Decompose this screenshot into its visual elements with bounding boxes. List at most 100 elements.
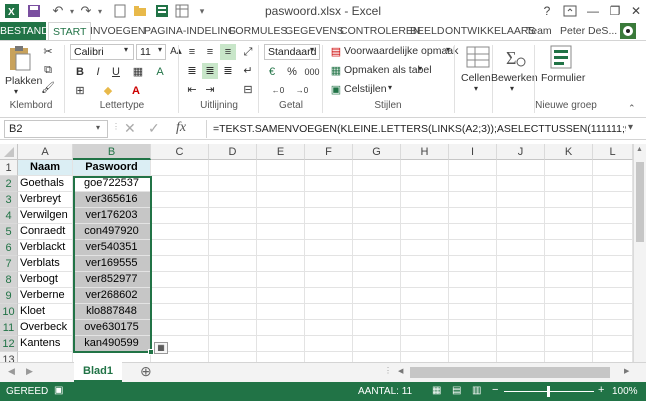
zoom-slider-thumb[interactable] [547,386,550,397]
decrease-indent-icon[interactable]: ⇤ [184,82,200,98]
wrap-text-icon[interactable]: ↵ [240,63,256,79]
borders-icon[interactable]: ⊞ [72,83,88,99]
page-break-view-icon[interactable]: ▥ [472,385,481,396]
empty-cell[interactable] [353,320,401,336]
empty-cell[interactable] [209,288,257,304]
empty-cell[interactable] [545,336,593,352]
restore-button[interactable]: ❐ [605,2,625,20]
empty-cell[interactable] [257,208,305,224]
tab-formules[interactable]: FORMULES [229,22,287,40]
zoom-in-icon[interactable]: + [598,384,604,396]
row-header[interactable]: 12 [0,336,18,352]
empty-cell[interactable] [545,224,593,240]
empty-cell[interactable] [497,288,545,304]
minimize-button[interactable]: — [583,2,603,20]
empty-cell[interactable] [353,224,401,240]
empty-cell[interactable] [545,320,593,336]
empty-cell[interactable] [401,160,449,176]
tab-scroll-divider-icon[interactable]: ⋮ [384,366,392,375]
row-header[interactable]: 3 [0,192,18,208]
empty-cell[interactable] [449,208,497,224]
empty-cell[interactable] [593,256,633,272]
password-cell[interactable]: ver365616 [73,192,151,208]
normal-view-icon[interactable]: ▦ [432,385,441,396]
column-header-c[interactable]: C [151,144,209,160]
empty-cell[interactable] [401,176,449,192]
format-painter-icon[interactable]: 🖌 [40,80,56,96]
form-button[interactable]: Formulier [541,72,585,84]
paste-button[interactable]: Plakken [5,75,42,87]
tab-controleren[interactable]: CONTROLEREN [340,22,421,40]
empty-cell[interactable] [401,304,449,320]
empty-cell[interactable] [449,224,497,240]
user-account[interactable]: Peter DeS... [560,22,617,40]
name-cell[interactable]: Kantens [18,336,73,352]
empty-cell[interactable] [593,288,633,304]
decrease-decimal-icon[interactable]: →0 [294,83,310,99]
border-icon[interactable]: ▦ [130,64,146,80]
currency-icon[interactable]: € [264,64,280,80]
empty-cell[interactable] [497,240,545,256]
empty-cell[interactable] [497,336,545,352]
horizontal-scroll-thumb[interactable] [410,367,610,378]
empty-cell[interactable] [401,336,449,352]
empty-cell[interactable] [18,352,73,362]
empty-cell[interactable] [449,272,497,288]
text-color-icon[interactable]: A [128,83,144,99]
empty-cell[interactable] [305,224,353,240]
empty-cell[interactable] [257,304,305,320]
empty-cell[interactable] [449,176,497,192]
empty-cell[interactable] [353,192,401,208]
empty-cell[interactable] [209,240,257,256]
empty-cell[interactable] [401,256,449,272]
empty-cell[interactable] [401,352,449,362]
empty-cell[interactable] [593,336,633,352]
empty-cell[interactable] [593,352,633,362]
percent-icon[interactable]: % [284,64,300,80]
empty-cell[interactable] [209,336,257,352]
conditional-formatting-icon[interactable]: ▤ [328,44,344,60]
align-left-icon[interactable]: ≣ [184,63,200,79]
empty-cell[interactable] [209,352,257,362]
empty-cell[interactable] [209,272,257,288]
empty-cell[interactable] [449,288,497,304]
empty-cell[interactable] [545,256,593,272]
empty-cell[interactable] [449,352,497,362]
empty-cell[interactable] [497,352,545,362]
new-sheet-button[interactable]: ⊕ [140,363,152,380]
grow-font-icon[interactable]: A▴ [168,44,184,60]
row-header[interactable]: 5 [0,224,18,240]
select-all-corner[interactable] [0,144,18,160]
empty-cell[interactable] [257,176,305,192]
empty-cell[interactable] [545,240,593,256]
empty-cell[interactable] [401,240,449,256]
password-cell[interactable]: ver268602 [73,288,151,304]
column-header-g[interactable]: G [353,144,401,160]
empty-cell[interactable] [257,256,305,272]
empty-cell[interactable] [449,192,497,208]
column-header-i[interactable]: I [449,144,497,160]
empty-cell[interactable] [305,160,353,176]
empty-cell[interactable] [593,208,633,224]
empty-cell[interactable] [497,256,545,272]
name-cell[interactable]: Verberne [18,288,73,304]
empty-cell[interactable] [305,304,353,320]
empty-cell[interactable] [209,224,257,240]
row-header[interactable]: 4 [0,208,18,224]
empty-cell[interactable] [353,160,401,176]
empty-cell[interactable] [151,208,209,224]
empty-cell[interactable] [257,288,305,304]
empty-cell[interactable] [305,208,353,224]
empty-cell[interactable] [497,192,545,208]
underline-icon[interactable]: U [108,64,124,80]
insert-function-icon[interactable]: fx [176,120,186,136]
empty-cell[interactable] [151,176,209,192]
empty-cell[interactable] [257,352,305,362]
tab-gegevens[interactable]: GEGEVENS [285,22,344,40]
row-header[interactable]: 10 [0,304,18,320]
empty-cell[interactable] [449,240,497,256]
row-header[interactable]: 13 [0,352,18,362]
empty-cell[interactable] [401,224,449,240]
zoom-out-icon[interactable]: − [492,384,498,396]
column-header-l[interactable]: L [593,144,633,160]
